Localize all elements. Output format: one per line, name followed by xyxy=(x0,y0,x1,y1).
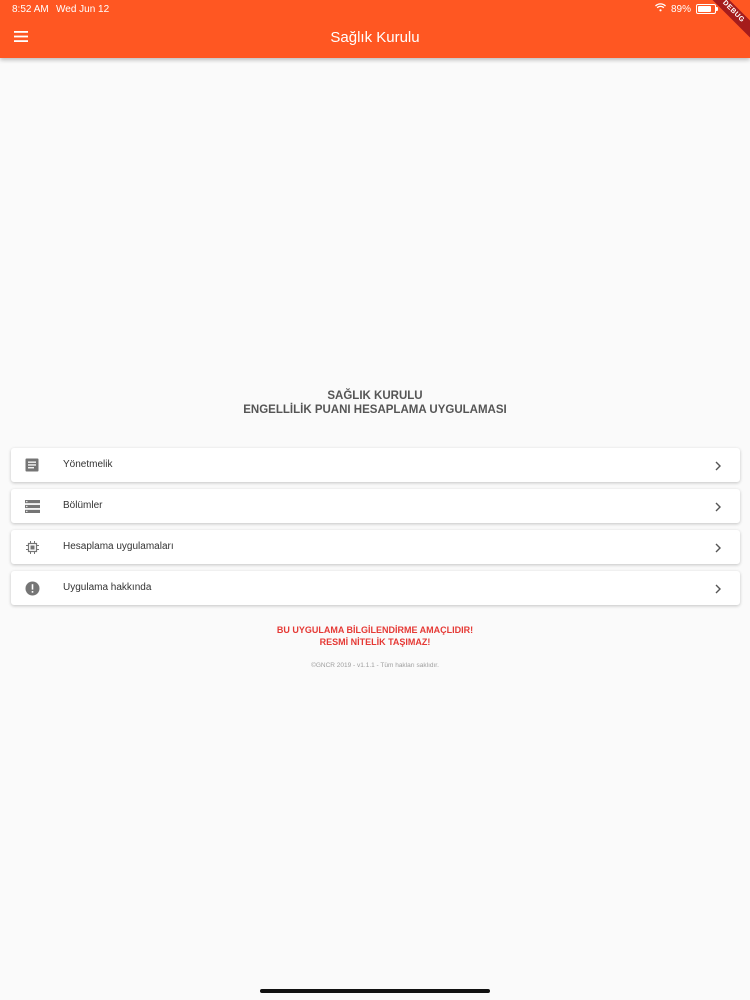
menu-item-label: Hesaplama uygulamaları xyxy=(63,541,174,552)
chevron-right-icon xyxy=(712,459,724,471)
disclaimer-warning: BU UYGULAMA BİLGİLENDİRME AMAÇLIDIR! RES… xyxy=(0,624,750,648)
app-title: Sağlık Kurulu xyxy=(330,29,420,46)
status-date: Wed Jun 12 xyxy=(56,4,110,15)
warning-line-1: BU UYGULAMA BİLGİLENDİRME AMAÇLIDIR! xyxy=(276,625,474,635)
menu-item-label: Yönetmelik xyxy=(63,459,113,470)
battery-percent: 89% xyxy=(670,3,691,15)
home-indicator[interactable] xyxy=(260,989,490,993)
menu-item-yonetmelik[interactable]: Yönetmelik xyxy=(11,448,740,482)
menu-item-label: Uygulama hakkında xyxy=(63,582,152,593)
page-heading: SAĞLIK KURULU ENGELLİLİK PUANI HESAPLAMA… xyxy=(0,389,750,417)
menu-list: Yönetmelik Bölümler Hesaplama uygulamala… xyxy=(11,448,740,612)
status-right: 89% xyxy=(655,3,718,15)
info-icon xyxy=(24,580,40,596)
app-bar: 8:52 AM Wed Jun 12 89% Sağlık Kurulu DEB… xyxy=(0,0,750,58)
list-icon xyxy=(24,498,40,514)
document-icon xyxy=(24,457,40,473)
heading-line-1: SAĞLIK KURULU xyxy=(327,390,423,402)
hamburger-icon xyxy=(14,29,28,47)
chevron-right-icon xyxy=(712,500,724,512)
wifi-icon xyxy=(655,3,666,15)
heading-line-2: ENGELLİLİK PUANI HESAPLAMA UYGULAMASI xyxy=(243,404,507,416)
menu-item-uygulama-hakkinda[interactable]: Uygulama hakkında xyxy=(11,571,740,605)
menu-item-label: Bölümler xyxy=(63,500,103,511)
footer-copyright: ©GNCR 2019 - v1.1.1 - Tüm hakları saklıd… xyxy=(311,662,439,669)
warning-line-2: RESMİ NİTELİK TAŞIMAZ! xyxy=(319,637,431,647)
battery-icon xyxy=(696,4,718,14)
chevron-right-icon xyxy=(712,541,724,553)
menu-button[interactable] xyxy=(10,27,32,49)
status-bar: 8:52 AM Wed Jun 12 89% xyxy=(0,0,750,18)
chevron-right-icon xyxy=(712,582,724,594)
chip-icon xyxy=(24,539,40,555)
menu-item-bolumler[interactable]: Bölümler xyxy=(11,489,740,523)
menu-item-hesaplama[interactable]: Hesaplama uygulamaları xyxy=(11,530,740,564)
status-time: 8:52 AM xyxy=(12,4,49,15)
